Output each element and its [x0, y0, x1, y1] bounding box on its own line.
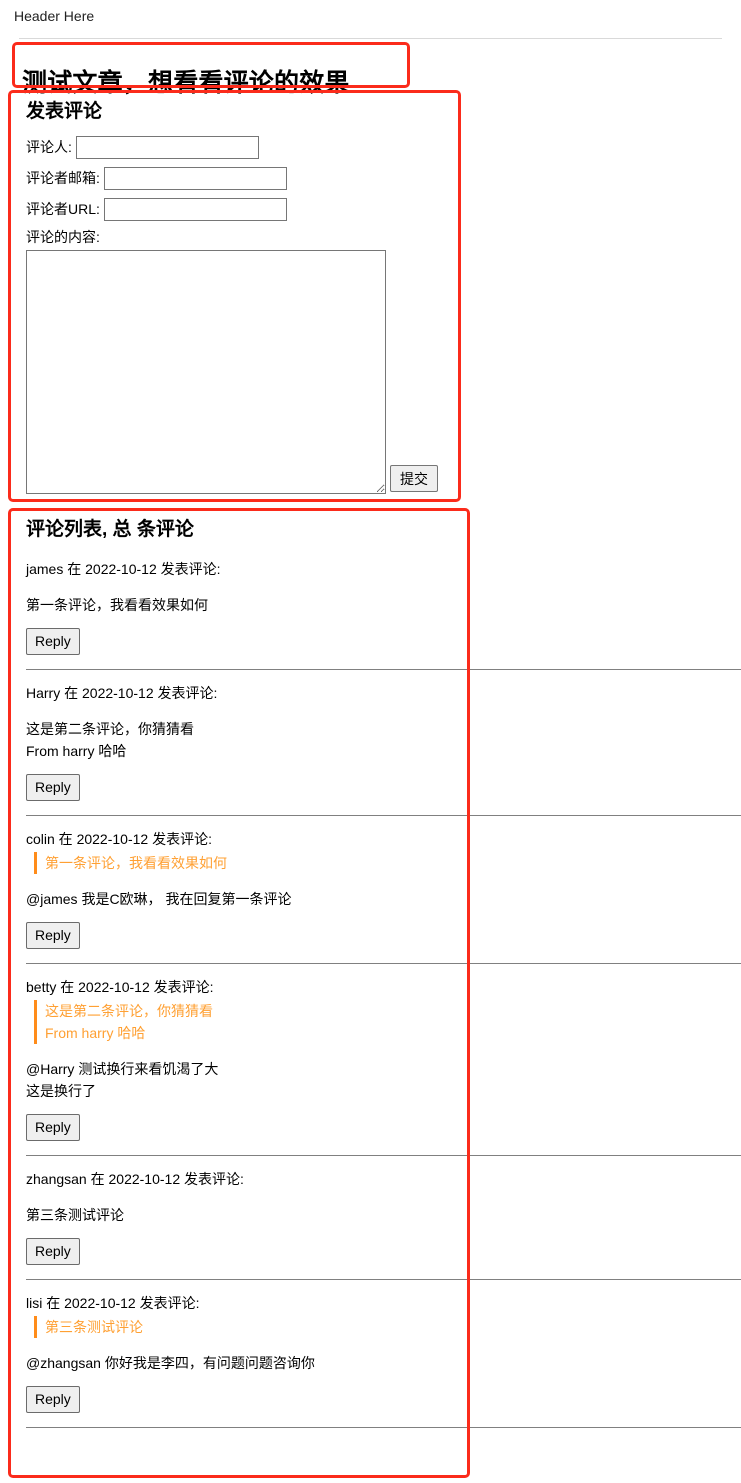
commenter-url-input[interactable]	[103, 197, 287, 221]
field-row-commenter-url: 评论者URL:	[26, 196, 461, 222]
reply-button[interactable]: Reply	[26, 1114, 80, 1141]
reply-button[interactable]: Reply	[26, 1386, 80, 1413]
comment-meta: zhangsan 在 2022-10-12 发表评论:	[26, 1171, 244, 1187]
reply-button[interactable]: Reply	[26, 774, 80, 801]
field-row-commenter-name: 评论人:	[26, 134, 461, 160]
comment-meta: lisi 在 2022-10-12 发表评论:	[26, 1295, 200, 1311]
field-row-commenter-email: 评论者邮箱:	[26, 165, 461, 191]
comment-form-fields: 评论人: 评论者邮箱: 评论者URL:	[26, 134, 461, 222]
comment-body: 这是第二条评论，你猜猜看 From harry 哈哈	[26, 721, 194, 759]
comment-item: betty 在 2022-10-12 发表评论: 这是第二条评论，你猜猜看 From…	[26, 976, 741, 1156]
comment-items-container: james 在 2022-10-12 发表评论: 第一条评论，我看看效果如何 Rep…	[26, 558, 741, 1428]
comment-separator	[26, 669, 741, 670]
comment-list-heading: 评论列表, 总 条评论	[26, 519, 194, 540]
comment-item: james 在 2022-10-12 发表评论: 第一条评论，我看看效果如何 Rep…	[26, 558, 741, 670]
comment-separator	[26, 1279, 741, 1280]
commenter-url-label: 评论者URL:	[26, 201, 100, 217]
comment-separator	[26, 1155, 741, 1156]
reply-button[interactable]: Reply	[26, 922, 80, 949]
comment-meta: betty 在 2022-10-12 发表评论:	[26, 979, 214, 995]
comment-meta: colin 在 2022-10-12 发表评论:	[26, 831, 212, 847]
comment-quote: 这是第二条评论，你猜猜看 From harry 哈哈	[34, 1000, 741, 1044]
site-header-text: Header Here	[14, 8, 95, 24]
comment-form: 发表评论 评论人: 评论者邮箱: 评论者URL: 评论的内容: 提交	[0, 90, 461, 494]
comment-item: Harry 在 2022-10-12 发表评论: 这是第二条评论，你猜猜看 Fro…	[26, 682, 741, 816]
comment-body: @zhangsan 你好我是李四，有问题问题咨询你	[26, 1355, 315, 1371]
comment-list: 评论列表, 总 条评论 james 在 2022-10-12 发表评论: 第一条评…	[0, 508, 741, 1440]
comment-body: 第一条评论，我看看效果如何	[26, 597, 208, 613]
comment-content-row: 提交	[26, 250, 461, 494]
comment-content-textarea[interactable]	[26, 250, 386, 494]
comment-item: lisi 在 2022-10-12 发表评论: 第三条测试评论 @zhangsan …	[26, 1292, 741, 1428]
comment-form-heading: 发表评论	[26, 101, 103, 122]
comment-item: colin 在 2022-10-12 发表评论: 第一条评论，我看看效果如何 @ja…	[26, 828, 741, 964]
comment-item: zhangsan 在 2022-10-12 发表评论: 第三条测试评论 Reply	[26, 1168, 741, 1280]
comment-quote: 第一条评论，我看看效果如何	[34, 852, 741, 874]
commenter-email-input[interactable]	[103, 166, 287, 190]
comment-body: @james 我是C欧琳， 我在回复第一条评论	[26, 891, 292, 907]
comment-separator	[26, 963, 741, 964]
comment-body: @Harry 测试换行来看饥渴了大 这是换行了	[26, 1061, 219, 1099]
comment-body: 第三条测试评论	[26, 1207, 124, 1223]
commenter-name-input[interactable]	[75, 135, 259, 159]
comment-separator	[26, 815, 741, 816]
comment-meta: Harry 在 2022-10-12 发表评论:	[26, 685, 218, 701]
comment-content-label: 评论的内容:	[26, 229, 100, 245]
site-header: Header Here	[0, 0, 741, 38]
reply-button[interactable]: Reply	[26, 628, 80, 655]
reply-button[interactable]: Reply	[26, 1238, 80, 1265]
commenter-name-label: 评论人:	[26, 139, 72, 155]
header-divider	[19, 38, 722, 39]
comment-quote: 第三条测试评论	[34, 1316, 741, 1338]
comment-separator	[26, 1427, 741, 1428]
submit-button[interactable]: 提交	[390, 465, 438, 492]
commenter-email-label: 评论者邮箱:	[26, 170, 100, 186]
comment-meta: james 在 2022-10-12 发表评论:	[26, 561, 221, 577]
